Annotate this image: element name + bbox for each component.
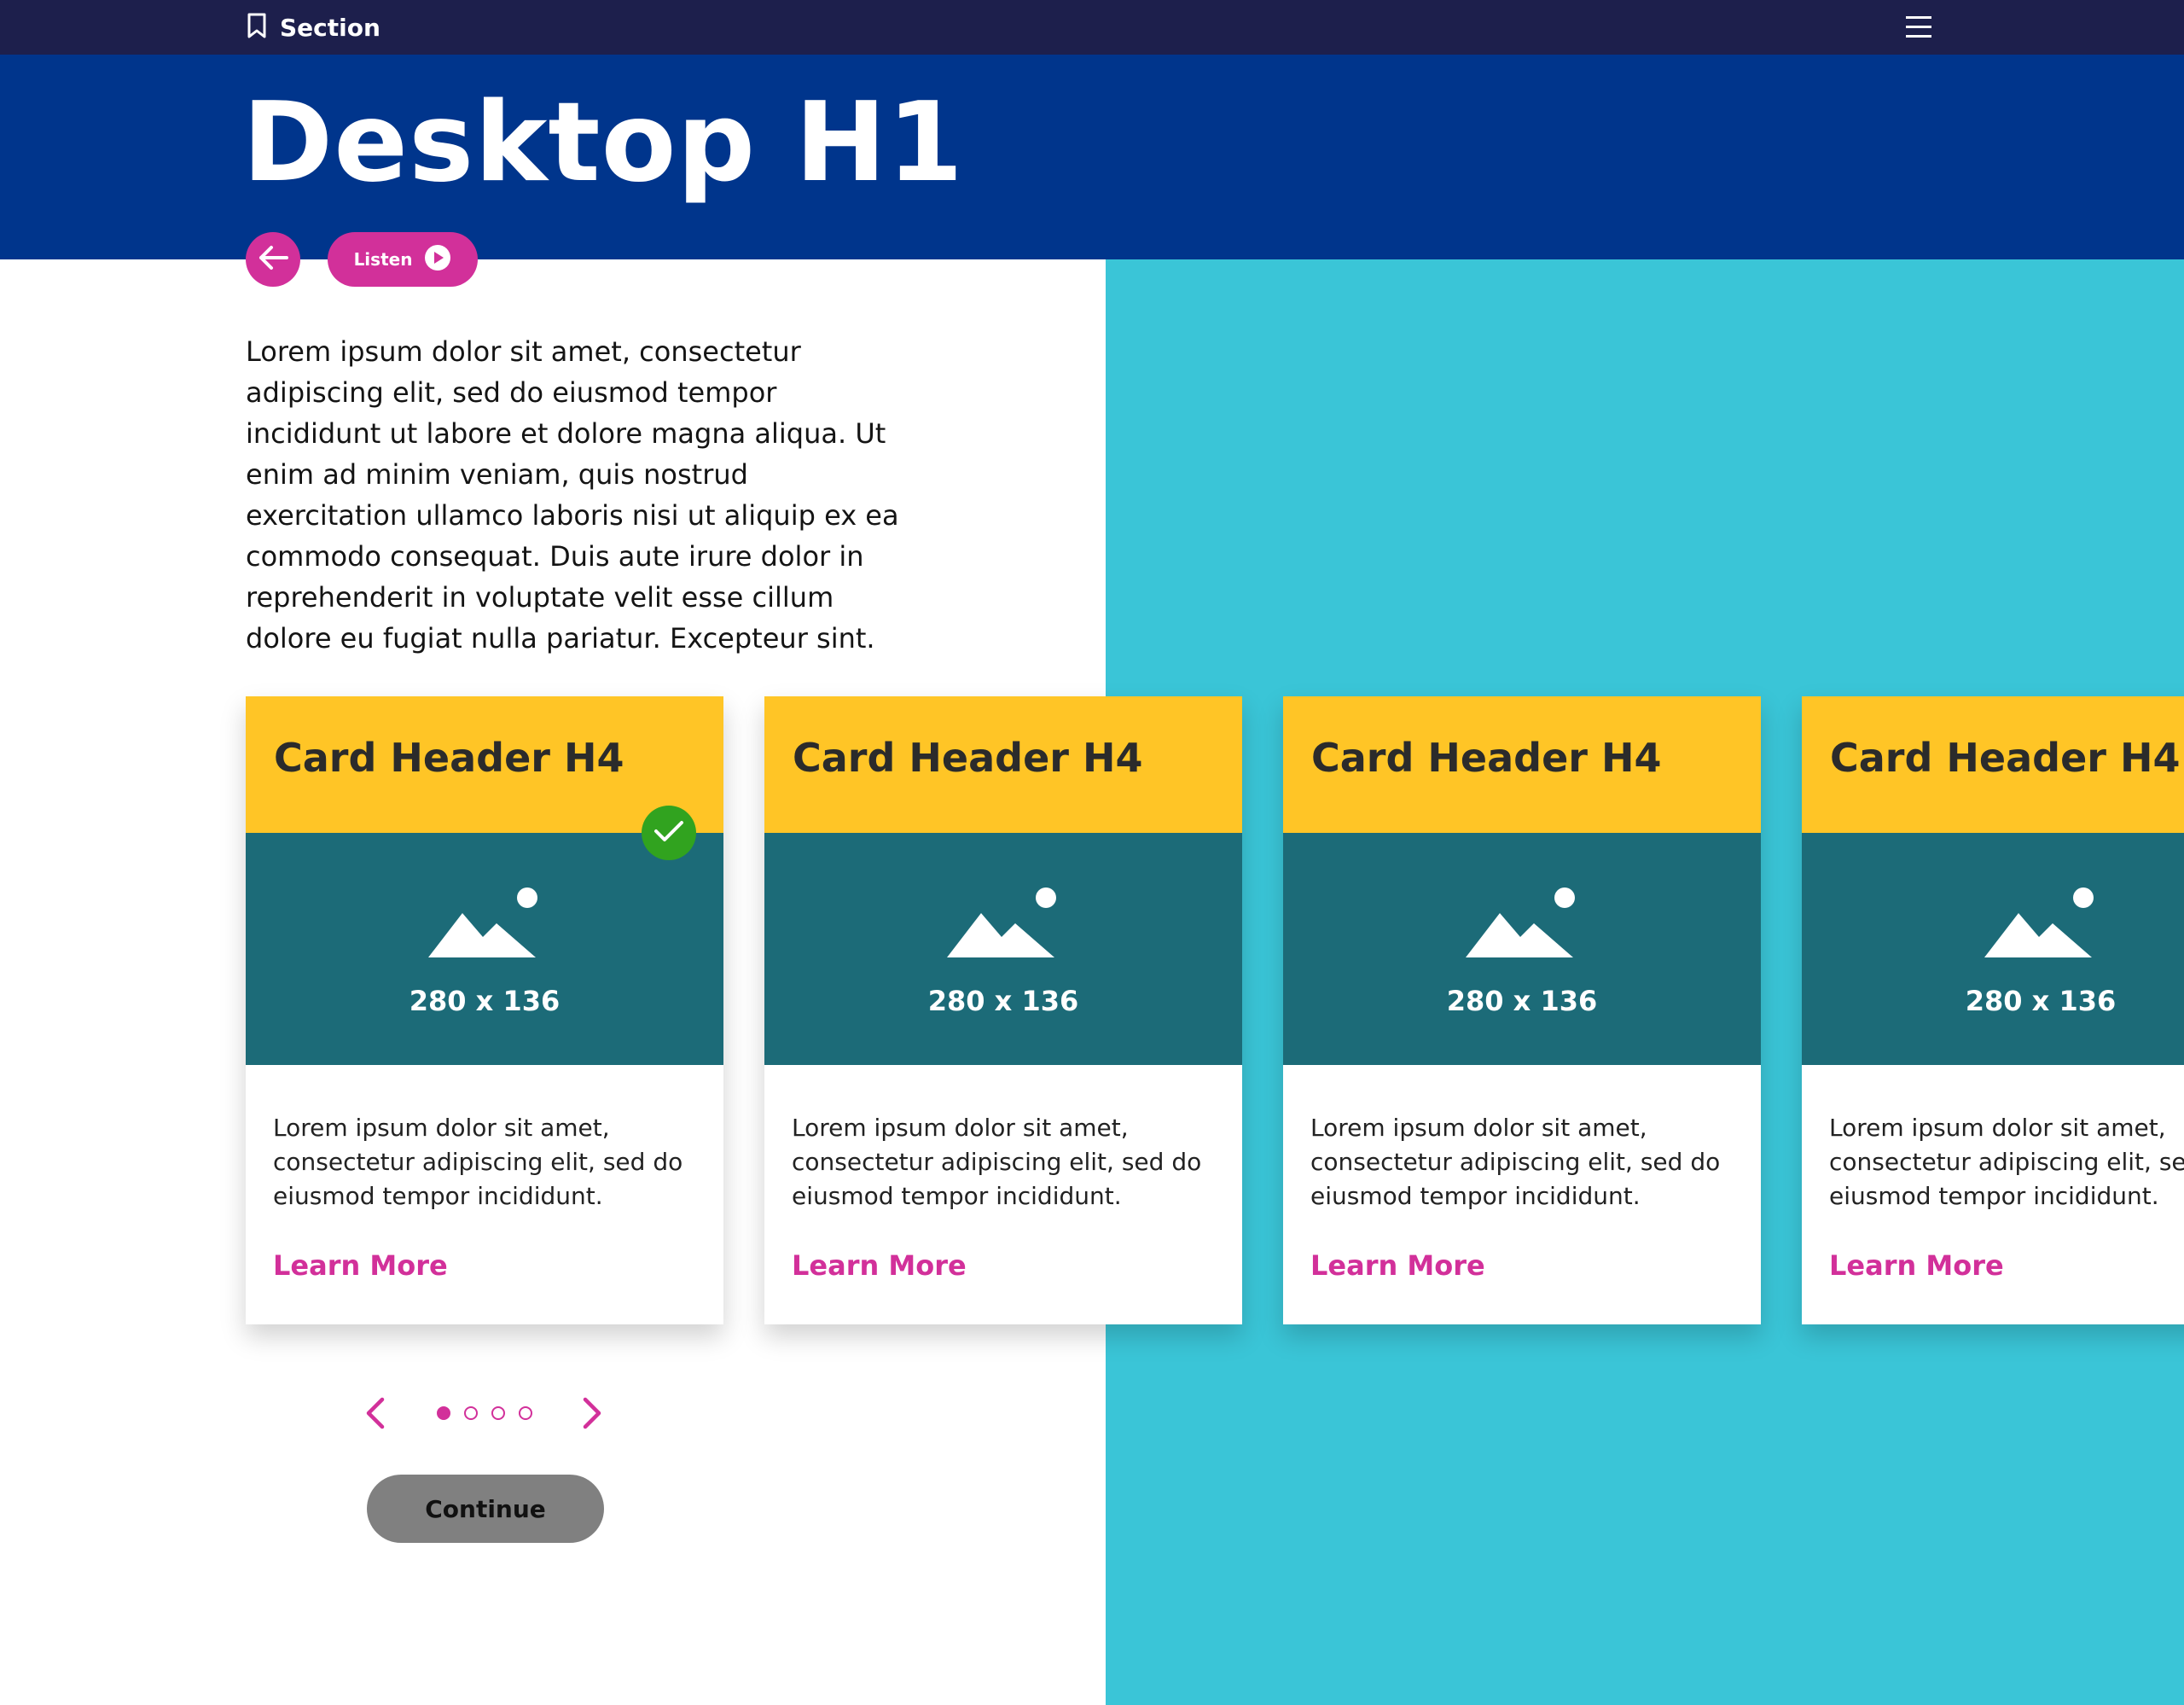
selected-badge — [642, 806, 696, 860]
card-body: Lorem ipsum dolor sit amet, consectetur … — [792, 1114, 1202, 1210]
card-body: Lorem ipsum dolor sit amet, consectetur … — [273, 1114, 683, 1210]
listen-button[interactable]: Listen — [328, 232, 478, 287]
card-title: Card Header H4 — [793, 735, 1143, 781]
hamburger-menu-icon[interactable] — [1904, 14, 1933, 41]
image-icon — [1466, 887, 1575, 957]
section-label: Section — [280, 13, 380, 42]
card[interactable]: Card Header H4 280 x 136 Lorem ipsum dol… — [1802, 696, 2184, 1324]
learn-more-link[interactable]: Learn More — [1310, 1249, 1485, 1282]
card[interactable]: Card Header H4 280 x 136 Lorem ipsum dol… — [1283, 696, 1761, 1324]
learn-more-link[interactable]: Learn More — [273, 1249, 448, 1282]
intro-paragraph: Lorem ipsum dolor sit amet, consectetur … — [246, 335, 899, 655]
image-size-label: 280 x 136 — [409, 985, 561, 1017]
image-size-label: 280 x 136 — [927, 985, 1079, 1017]
chevron-right-icon — [580, 1397, 606, 1434]
card-image-placeholder: 280 x 136 — [246, 833, 723, 1065]
card-image-placeholder: 280 x 136 — [764, 833, 1242, 1065]
card-title: Card Header H4 — [1830, 735, 2181, 781]
back-button[interactable] — [246, 232, 300, 287]
card-header: Card Header H4 — [1802, 696, 2184, 833]
learn-more-link[interactable]: Learn More — [1829, 1249, 2004, 1282]
chevron-left-icon — [362, 1397, 387, 1434]
learn-more-link[interactable]: Learn More — [792, 1249, 967, 1282]
listen-label: Listen — [353, 249, 413, 270]
image-icon — [1984, 887, 2094, 957]
card-image-placeholder: 280 x 136 — [1283, 833, 1761, 1065]
arrow-left-icon — [256, 244, 290, 275]
pagination-dot-3[interactable] — [491, 1406, 505, 1420]
page-title: Desktop H1 — [242, 79, 964, 207]
card-image-placeholder: 280 x 136 — [1802, 833, 2184, 1065]
pagination-dot-4[interactable] — [519, 1406, 532, 1420]
card-header: Card Header H4 — [1283, 696, 1761, 833]
bookmark-icon — [246, 13, 268, 42]
image-icon — [947, 887, 1056, 957]
card[interactable]: Card Header H4 280 x 136 Lorem ipsum dol… — [764, 696, 1242, 1324]
pagination-dot-1[interactable] — [437, 1406, 450, 1420]
section-link[interactable]: Section — [246, 12, 380, 43]
card-header: Card Header H4 — [764, 696, 1242, 833]
carousel-prev-button[interactable] — [362, 1396, 387, 1430]
checkmark-icon — [652, 818, 686, 848]
carousel-pagination — [437, 1406, 532, 1420]
pagination-dot-2[interactable] — [464, 1406, 478, 1420]
hero-banner: Desktop H1 — [0, 55, 2184, 259]
card[interactable]: Card Header H4 280 x 136 Lorem ipsum dol… — [246, 696, 723, 1324]
card-body: Lorem ipsum dolor sit amet, consectetur … — [1310, 1114, 1721, 1210]
image-icon — [428, 887, 537, 957]
image-size-label: 280 x 136 — [1446, 985, 1598, 1017]
carousel-next-button[interactable] — [580, 1396, 606, 1430]
card-title: Card Header H4 — [274, 735, 624, 781]
play-circle-icon — [424, 244, 451, 275]
top-bar: Section — [0, 0, 2184, 55]
continue-button[interactable]: Continue — [367, 1475, 604, 1543]
card-title: Card Header H4 — [1311, 735, 1662, 781]
card-body: Lorem ipsum dolor sit amet, consectetur … — [1829, 1114, 2184, 1210]
image-size-label: 280 x 136 — [1965, 985, 2117, 1017]
